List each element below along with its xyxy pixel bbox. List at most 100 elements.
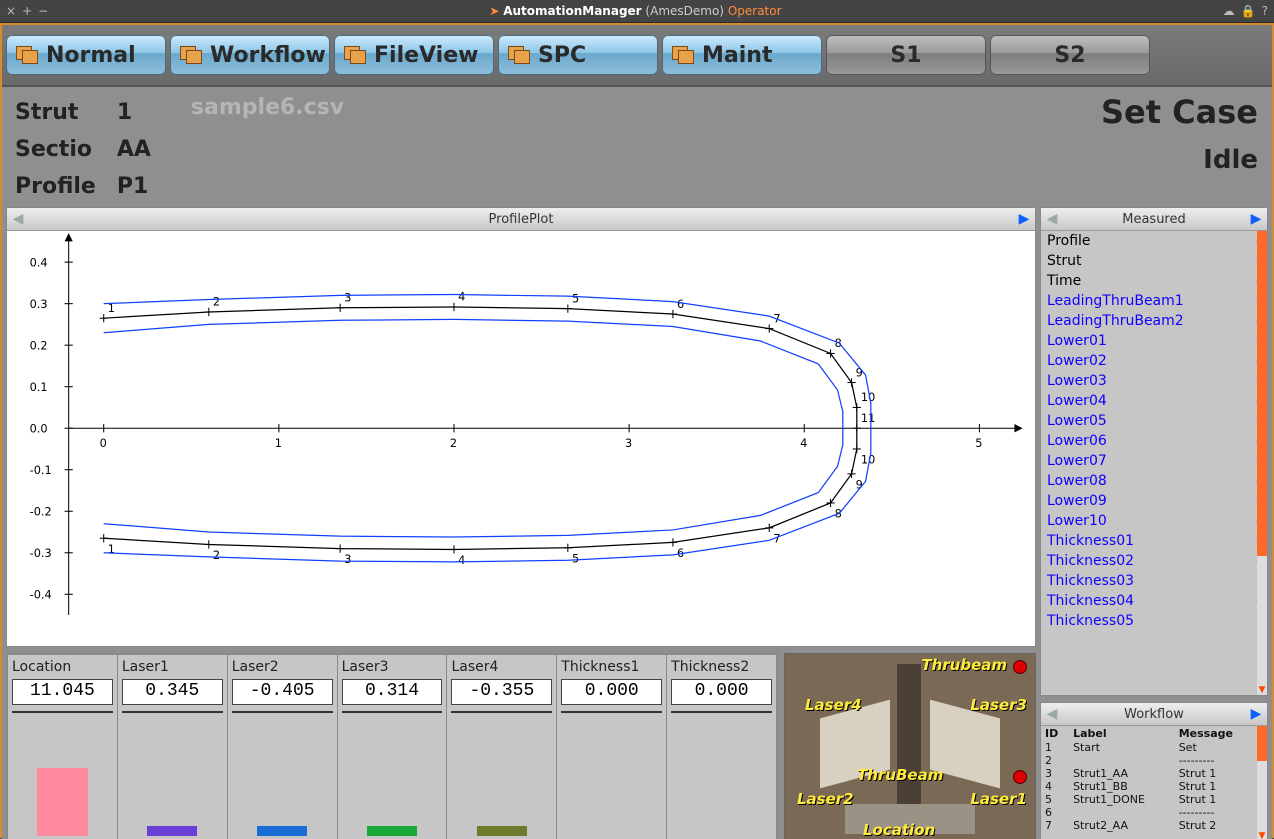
plot-title: ProfilePlot bbox=[489, 212, 554, 227]
info-val-profile: P1 bbox=[116, 169, 169, 204]
measured-scrollbar[interactable]: ▲ ▼ bbox=[1257, 231, 1267, 695]
measured-prev-icon[interactable]: ◀ bbox=[1043, 210, 1061, 228]
svg-text:-0.3: -0.3 bbox=[30, 546, 52, 560]
tab-label: S1 bbox=[890, 43, 921, 68]
measured-key: LeadingThruBeam1 bbox=[1047, 293, 1256, 309]
scroll-thumb[interactable] bbox=[1257, 231, 1267, 556]
measured-row[interactable]: Profile- bbox=[1041, 231, 1267, 251]
tab-label: Workflow bbox=[210, 43, 326, 68]
measured-row[interactable]: Thickness02- bbox=[1041, 551, 1267, 571]
wf-row[interactable]: 6--------- bbox=[1041, 806, 1257, 819]
svg-text:5: 5 bbox=[572, 291, 579, 305]
measured-next-icon[interactable]: ▶ bbox=[1247, 210, 1265, 228]
gauge-bar-area bbox=[12, 711, 113, 836]
wf-row[interactable]: 3Strut1_AAStrut 1 bbox=[1041, 767, 1257, 780]
wf-scroll-thumb[interactable] bbox=[1257, 726, 1267, 761]
measured-row[interactable]: Thickness04- bbox=[1041, 591, 1267, 611]
tab-fileview[interactable]: FileView bbox=[334, 35, 494, 75]
measured-row[interactable]: Thickness03- bbox=[1041, 571, 1267, 591]
window-min-icon[interactable]: − bbox=[38, 4, 48, 18]
svg-text:5: 5 bbox=[572, 551, 579, 565]
measured-key: Lower05 bbox=[1047, 413, 1256, 429]
tab-s2[interactable]: S2 bbox=[990, 35, 1150, 75]
tab-workflow[interactable]: Workflow bbox=[170, 35, 330, 75]
workflow-prev-icon[interactable]: ◀ bbox=[1043, 705, 1061, 723]
measured-key: Thickness04 bbox=[1047, 593, 1256, 609]
gauge-thickness2: Thickness20.000 bbox=[667, 654, 777, 839]
measured-row[interactable]: Lower07- bbox=[1041, 451, 1267, 471]
svg-text:0.2: 0.2 bbox=[30, 338, 48, 352]
measured-row[interactable]: Lower08- bbox=[1041, 471, 1267, 491]
cam-label-thrubeam-mid: ThruBeam bbox=[857, 766, 943, 784]
svg-text:3: 3 bbox=[344, 291, 351, 305]
gauge-value: 11.045 bbox=[12, 679, 113, 705]
workflow-scrollbar[interactable]: ▲ ▼ bbox=[1257, 726, 1267, 839]
tab-spc[interactable]: SPC bbox=[498, 35, 658, 75]
state-label: Idle bbox=[1101, 145, 1258, 175]
wf-row[interactable]: 2--------- bbox=[1041, 754, 1257, 767]
windows-stack-icon bbox=[180, 46, 202, 64]
workflow-next-icon[interactable]: ▶ bbox=[1247, 705, 1265, 723]
cam-label-laser2: Laser2 bbox=[797, 790, 854, 808]
measured-panel: ◀ Measured ▶ Profile-Strut-Time-LeadingT… bbox=[1040, 207, 1268, 696]
measured-row[interactable]: Thickness05- bbox=[1041, 611, 1267, 631]
window-title-bar: × + − ➤ AutomationManager (AmesDemo) Ope… bbox=[0, 0, 1274, 23]
measured-key: Thickness01 bbox=[1047, 533, 1256, 549]
wf-row[interactable]: 5Strut1_DONEStrut 1 bbox=[1041, 793, 1257, 806]
workflow-title: Workflow bbox=[1124, 707, 1184, 722]
measured-row[interactable]: Lower10- bbox=[1041, 511, 1267, 531]
tab-maint[interactable]: Maint bbox=[662, 35, 822, 75]
gauge-label: Laser4 bbox=[451, 659, 552, 679]
windows-stack-icon bbox=[344, 46, 366, 64]
measured-row[interactable]: LeadingThruBeam2- bbox=[1041, 311, 1267, 331]
gauge-thickness1: Thickness10.000 bbox=[557, 654, 667, 839]
info-strip: Strut 1 Sectio AA Profile P1 sample6.csv… bbox=[2, 87, 1272, 203]
measured-row[interactable]: LeadingThruBeam1- bbox=[1041, 291, 1267, 311]
measured-key: Time bbox=[1047, 273, 1256, 289]
gauges-panel: Location11.045Laser10.345Laser2-0.405Las… bbox=[6, 653, 778, 839]
wf-row[interactable]: 7Strut2_AAStrut 2 bbox=[1041, 819, 1257, 832]
tab-s1[interactable]: S1 bbox=[826, 35, 986, 75]
wf-row[interactable]: 1StartSet bbox=[1041, 741, 1257, 754]
tab-normal[interactable]: Normal bbox=[6, 35, 166, 75]
measured-row[interactable]: Lower02- bbox=[1041, 351, 1267, 371]
measured-row[interactable]: Time- bbox=[1041, 271, 1267, 291]
measured-title: Measured bbox=[1122, 212, 1186, 227]
gauge-laser4: Laser4-0.355 bbox=[447, 654, 557, 839]
wf-scroll-down-icon[interactable]: ▼ bbox=[1257, 831, 1267, 839]
gauge-bar bbox=[477, 826, 527, 836]
measured-row[interactable]: Thickness01- bbox=[1041, 531, 1267, 551]
measured-row[interactable]: Lower05- bbox=[1041, 411, 1267, 431]
measured-row[interactable]: Lower09- bbox=[1041, 491, 1267, 511]
svg-text:4: 4 bbox=[458, 290, 465, 304]
cam-label-laser4: Laser4 bbox=[805, 696, 862, 714]
tab-label: Maint bbox=[702, 43, 772, 68]
gauge-location: Location11.045 bbox=[7, 654, 118, 839]
measured-row[interactable]: Lower04- bbox=[1041, 391, 1267, 411]
measured-row[interactable]: Lower03- bbox=[1041, 371, 1267, 391]
measured-row[interactable]: Strut- bbox=[1041, 251, 1267, 271]
lock-icon[interactable]: 🔒 bbox=[1241, 4, 1256, 18]
scroll-down-icon[interactable]: ▼ bbox=[1257, 685, 1267, 695]
window-max-icon[interactable]: + bbox=[22, 4, 32, 18]
cloud-icon[interactable]: ☁ bbox=[1223, 4, 1235, 18]
measured-row[interactable]: Lower06- bbox=[1041, 431, 1267, 451]
plot-next-icon[interactable]: ▶ bbox=[1015, 210, 1033, 228]
svg-text:0.4: 0.4 bbox=[30, 255, 48, 269]
gauge-laser2: Laser2-0.405 bbox=[228, 654, 338, 839]
svg-text:2: 2 bbox=[450, 436, 457, 450]
workflow-table[interactable]: IDLabelMessage1StartSet2---------3Strut1… bbox=[1041, 726, 1257, 832]
app-name: AutomationManager bbox=[503, 4, 641, 18]
measured-key: Lower06 bbox=[1047, 433, 1256, 449]
set-case-button[interactable]: Set Case bbox=[1101, 93, 1258, 131]
profile-plot[interactable]: 012345-0.4-0.3-0.2-0.10.00.10.20.30.4123… bbox=[7, 231, 1035, 646]
measured-row[interactable]: Lower01- bbox=[1041, 331, 1267, 351]
svg-text:4: 4 bbox=[800, 436, 807, 450]
wf-row[interactable]: 4Strut1_BBStrut 1 bbox=[1041, 780, 1257, 793]
help-icon[interactable]: ? bbox=[1262, 4, 1268, 18]
plot-prev-icon[interactable]: ◀ bbox=[9, 210, 27, 228]
window-close-icon[interactable]: × bbox=[6, 4, 16, 18]
tab-label: S2 bbox=[1054, 43, 1085, 68]
measured-key: LeadingThruBeam2 bbox=[1047, 313, 1256, 329]
cam-label-location: Location bbox=[863, 821, 935, 839]
